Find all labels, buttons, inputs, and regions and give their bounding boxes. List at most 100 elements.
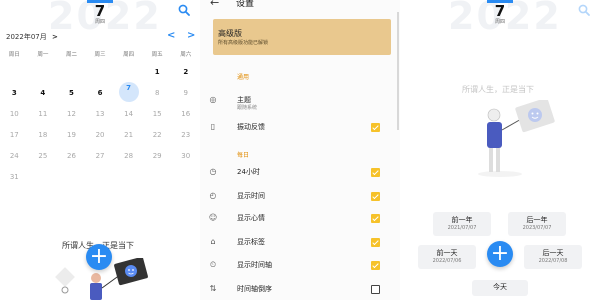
weekday-label: 周二	[65, 52, 77, 58]
calendar-day[interactable]: 18	[29, 129, 58, 141]
premium-card[interactable]: 高级版 所有高级版功能已解锁	[213, 19, 391, 55]
calendar-week-row: 24 25 26 27 28 29 30	[0, 150, 200, 162]
button-date: 2023/07/07	[522, 225, 552, 231]
settings-checkbox[interactable]	[371, 214, 380, 223]
calendar-day[interactable]: 20	[86, 129, 115, 141]
settings-row[interactable]: ◷ 24小时	[200, 165, 400, 181]
month-selector[interactable]: 2022年07月 >	[6, 32, 58, 42]
calendar-day[interactable]: 31	[0, 171, 29, 183]
add-entry-button[interactable]: +	[487, 241, 513, 267]
settings-row-label: 时间轴倒序	[237, 285, 272, 293]
calendar-day[interactable]: 26	[57, 150, 86, 162]
calendar-day[interactable]: 22	[143, 129, 172, 141]
button-date: 2022/07/08	[538, 258, 568, 264]
search-icon[interactable]	[178, 4, 190, 16]
calendar-day[interactable]: 10	[0, 108, 29, 120]
date-chip-day: 7	[494, 2, 506, 20]
settings-panel: ← 设置 高级版 所有高级版功能已解锁 通用 每日 ◎ 主题 跟随系统 ▯ 振动反馈 ◷ 2…	[200, 0, 400, 300]
calendar-day[interactable]: 5	[57, 87, 86, 102]
calendar-day[interactable]: 29	[143, 150, 172, 162]
calendar-day[interactable]: 24	[0, 150, 29, 162]
weekday-label: 周三	[94, 52, 106, 58]
month-label: 2022年07月	[6, 33, 47, 41]
calendar-day[interactable]: 30	[171, 150, 200, 162]
calendar-day[interactable]: 19	[57, 129, 86, 141]
palette-icon: ◎	[209, 95, 217, 104]
weekday-label: 周四	[123, 52, 135, 58]
settings-checkbox[interactable]	[371, 285, 380, 294]
calendar-day[interactable]: 1	[143, 66, 172, 78]
calendar-day	[57, 66, 86, 78]
button-date: 2021/07/07	[447, 225, 477, 231]
calendar-day[interactable]: 12	[57, 108, 86, 120]
motto-text: 所谓人生，正是当下	[462, 85, 534, 94]
calendar-day[interactable]: 11	[29, 108, 58, 120]
settings-row-subtitle: 跟随系统	[237, 105, 258, 111]
date-chip[interactable]: 7 周四	[487, 0, 513, 25]
next-month-button[interactable]: >	[187, 30, 195, 41]
settings-checkbox[interactable]	[371, 168, 380, 177]
settings-row[interactable]: ◎ 主题 跟随系统	[200, 93, 400, 111]
today-highlight: 7	[118, 82, 139, 102]
calendar-day[interactable]: 8	[143, 87, 172, 102]
calendar-day[interactable]: 17	[0, 129, 29, 141]
add-entry-button[interactable]: +	[86, 244, 112, 270]
settings-row[interactable]: ☺ 显示心情	[200, 211, 400, 227]
weekday-header: 周日 周一 周二 周三 周四 周五 周六	[0, 50, 200, 58]
previous-year-button[interactable]: 前一年 2021/07/07	[433, 212, 491, 236]
date-chip[interactable]: 7 周四	[87, 0, 113, 25]
calendar-day[interactable]: 9	[171, 87, 200, 102]
page-title: 设置	[236, 0, 255, 9]
sort-icon: ⇅	[209, 284, 217, 293]
settings-row-label: 显示时间轴	[237, 261, 272, 269]
back-arrow-icon[interactable]: ←	[210, 0, 219, 9]
settings-row[interactable]: ⌂ 显示标签	[200, 235, 400, 251]
calendar-day[interactable]: 16	[171, 108, 200, 120]
settings-row[interactable]: ◴ 显示时间	[200, 189, 400, 205]
calendar-day[interactable]: 27	[86, 150, 115, 162]
calendar-week-row: 10 11 12 13 14 15 16	[0, 108, 200, 120]
scrollbar[interactable]	[397, 12, 399, 130]
weekday-label: 周日	[8, 52, 20, 58]
date-chip-weekday: 周四	[94, 19, 105, 25]
calendar-day[interactable]: 23	[171, 129, 200, 141]
search-icon[interactable]	[578, 4, 590, 16]
settings-row[interactable]: ⏲ 显示时间轴	[200, 258, 400, 274]
settings-row-label: 显示心情	[237, 214, 265, 222]
calendar-day-today[interactable]: 7	[114, 82, 143, 102]
today-button[interactable]: 今天	[472, 280, 528, 296]
calendar-day[interactable]: 14	[114, 108, 143, 120]
next-year-button[interactable]: 后一年 2023/07/07	[508, 212, 566, 236]
calendar-day[interactable]: 2	[171, 66, 200, 78]
settings-checkbox[interactable]	[371, 238, 380, 247]
calendar-day[interactable]: 21	[114, 129, 143, 141]
calendar-day	[29, 171, 58, 183]
calendar-day	[143, 171, 172, 183]
calendar-day	[0, 66, 29, 78]
settings-checkbox[interactable]	[371, 123, 380, 132]
vibration-icon: ▯	[210, 122, 216, 131]
calendar-day[interactable]: 6	[86, 87, 115, 102]
calendar-day[interactable]: 28	[114, 150, 143, 162]
date-chip-day: 7	[94, 2, 106, 20]
previous-day-button[interactable]: 前一天 2022/07/06	[418, 245, 476, 269]
settings-checkbox[interactable]	[371, 261, 380, 270]
settings-checkbox[interactable]	[371, 192, 380, 201]
calendar-day[interactable]: 15	[143, 108, 172, 120]
illustration-person-sign	[478, 100, 555, 177]
settings-row[interactable]: ▯ 振动反馈	[200, 120, 400, 136]
next-day-button[interactable]: 后一天 2022/07/08	[524, 245, 582, 269]
calendar-day	[29, 66, 58, 78]
calendar-day[interactable]: 25	[29, 150, 58, 162]
calendar-day[interactable]: 13	[86, 108, 115, 120]
weekday-label: 周一	[37, 52, 49, 58]
button-label: 后一天	[542, 249, 564, 257]
section-header-daily: 每日	[237, 152, 250, 159]
calendar-day	[114, 171, 143, 183]
timeline-icon: ⏲	[209, 260, 217, 269]
settings-row[interactable]: ⇅ 时间轴倒序	[200, 282, 400, 298]
calendar-day[interactable]: 3	[0, 87, 29, 102]
prev-month-button[interactable]: <	[167, 30, 175, 41]
calendar-day[interactable]: 4	[29, 87, 58, 102]
calendar-week-row: 17 18 19 20 21 22 23	[0, 129, 200, 141]
